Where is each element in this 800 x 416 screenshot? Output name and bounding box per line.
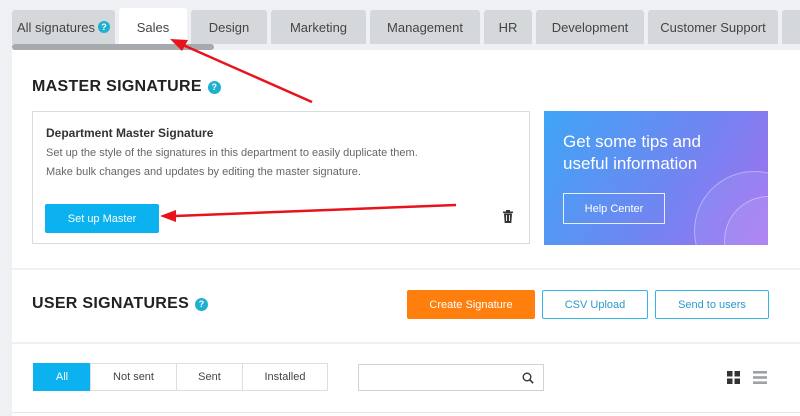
csv-upload-button[interactable]: CSV Upload xyxy=(542,290,648,319)
divider xyxy=(12,412,800,413)
tab-label: Marketing xyxy=(289,19,348,35)
section-title: USER SIGNATURES xyxy=(32,295,190,312)
filter-all[interactable]: All xyxy=(33,363,91,391)
search-input[interactable] xyxy=(358,364,544,391)
search-icon xyxy=(522,372,534,384)
help-center-button[interactable]: Help Center xyxy=(563,193,665,224)
grid-view-icon[interactable] xyxy=(727,371,740,384)
setup-master-button[interactable]: Set up Master xyxy=(45,204,159,233)
tab-overflow[interactable] xyxy=(782,10,800,44)
tab-hr[interactable]: HR xyxy=(484,10,532,44)
help-icon[interactable]: ? xyxy=(98,21,111,33)
department-master-card: Department Master Signature Set up the s… xyxy=(32,111,530,244)
tips-headline: Get some tips and useful information xyxy=(563,132,701,173)
tab-management[interactable]: Management xyxy=(370,10,480,44)
tab-label: Management xyxy=(387,19,463,35)
filter-installed[interactable]: Installed xyxy=(242,363,328,391)
tab-sales[interactable]: Sales xyxy=(119,8,187,46)
help-icon[interactable]: ? xyxy=(207,80,221,94)
tab-all-signatures[interactable]: All signatures ? xyxy=(12,10,115,44)
create-signature-button[interactable]: Create Signature xyxy=(407,290,535,319)
tab-design[interactable]: Design xyxy=(191,10,267,44)
trash-icon[interactable] xyxy=(503,210,513,223)
tips-banner: Get some tips and useful information Hel… xyxy=(544,111,768,245)
card-description: Set up the style of the signatures in th… xyxy=(46,147,418,159)
tab-marketing[interactable]: Marketing xyxy=(271,10,366,44)
tab-label: All signatures xyxy=(16,19,96,35)
card-description-2: Make bulk changes and updates by editing… xyxy=(46,166,361,178)
tab-label: Customer Support xyxy=(660,19,766,35)
send-to-users-button[interactable]: Send to users xyxy=(655,290,769,319)
filter-not-sent[interactable]: Not sent xyxy=(90,363,177,391)
help-icon[interactable]: ? xyxy=(195,297,209,311)
tab-customer-support[interactable]: Customer Support xyxy=(648,10,778,44)
tab-label: Development xyxy=(551,19,629,35)
user-signatures-heading: USER SIGNATURES ? xyxy=(32,295,209,313)
list-view-icon[interactable] xyxy=(753,371,767,384)
filter-sent[interactable]: Sent xyxy=(176,363,243,391)
card-title: Department Master Signature xyxy=(46,126,214,140)
tab-label: HR xyxy=(498,19,518,35)
tab-label: Design xyxy=(208,19,250,35)
tab-development[interactable]: Development xyxy=(536,10,644,44)
department-tabs: All signatures ? Sales Design Marketing … xyxy=(12,8,800,46)
master-signature-heading: MASTER SIGNATURE ? xyxy=(32,78,221,96)
tab-label: Sales xyxy=(136,19,170,35)
section-title: MASTER SIGNATURE xyxy=(32,78,202,95)
